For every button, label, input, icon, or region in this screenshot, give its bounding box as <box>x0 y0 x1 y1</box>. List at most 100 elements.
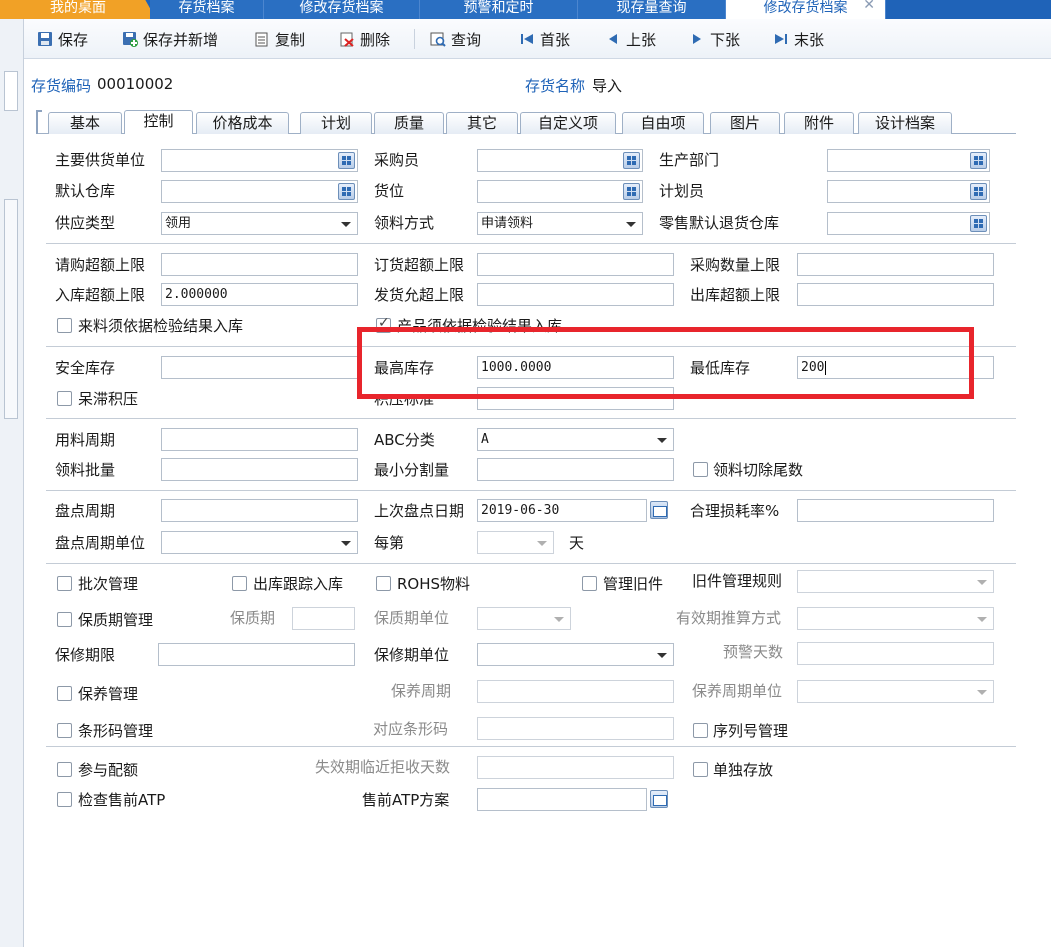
retail-return-warehouse-label: 零售默认退货仓库 <box>659 214 780 232</box>
tab-stock-query[interactable]: 现存量查询 <box>578 0 726 19</box>
next-record-icon <box>688 30 706 48</box>
main-supplier-field[interactable] <box>161 149 358 172</box>
warranty-field[interactable] <box>158 643 355 666</box>
shelf-life-mgmt-checkbox[interactable] <box>57 612 72 627</box>
count-cycle-field[interactable] <box>161 499 358 522</box>
rohs-checkbox[interactable] <box>376 576 391 591</box>
abc-class-select[interactable]: A <box>477 428 674 451</box>
min-split-field[interactable] <box>477 458 674 481</box>
old-parts-checkbox[interactable] <box>582 576 597 591</box>
copy-button[interactable]: 复制 <box>253 28 305 50</box>
shelf-life-field[interactable] <box>292 607 355 630</box>
save-button[interactable]: 保存 <box>36 28 88 50</box>
pick-batch-field[interactable] <box>161 458 358 481</box>
save-and-new-button[interactable]: 保存并新增 <box>121 28 218 50</box>
safety-stock-field[interactable] <box>161 356 358 379</box>
tab-design-archive[interactable]: 设计档案 <box>858 112 952 135</box>
tab-price-cost[interactable]: 价格成本 <box>196 112 289 135</box>
barcode-field[interactable] <box>477 717 674 740</box>
first-button[interactable]: 首张 <box>518 28 570 50</box>
tab-free-items[interactable]: 自由项 <box>622 112 704 135</box>
left-scrollbar[interactable] <box>4 199 18 419</box>
tab-my-desktop[interactable]: 我的桌面 <box>0 0 156 19</box>
abc-class-label: ABC分类 <box>374 431 435 449</box>
serial-mgmt-checkbox[interactable] <box>693 723 708 738</box>
warning-days-field[interactable] <box>797 642 994 665</box>
reference-icon[interactable] <box>970 215 987 232</box>
retail-return-warehouse-field[interactable] <box>827 212 990 235</box>
maintenance-cycle-unit-select[interactable] <box>797 680 994 703</box>
maintenance-mgmt-checkbox[interactable] <box>57 686 72 701</box>
req-over-limit-field[interactable] <box>161 253 358 276</box>
production-dept-field[interactable] <box>827 149 990 172</box>
atp-plan-field[interactable] <box>477 788 668 811</box>
abc-class-value: A <box>481 432 489 447</box>
last-label: 末张 <box>794 30 825 49</box>
close-icon[interactable]: ✕ <box>863 0 875 13</box>
maintenance-cycle-field[interactable] <box>477 680 674 703</box>
req-over-limit-label: 请购超额上限 <box>55 256 146 274</box>
warranty-unit-select[interactable] <box>477 643 674 666</box>
planner-field[interactable] <box>827 180 990 203</box>
tab-edit-inventory-active[interactable]: 修改存货档案 ✕ <box>726 0 886 19</box>
out-over-limit-field[interactable] <box>797 283 994 306</box>
tab-alerts-timing[interactable]: 预警和定时 <box>420 0 578 19</box>
last-button[interactable]: 末张 <box>772 28 824 50</box>
tab-inventory-archive[interactable]: 存货档案 <box>150 0 264 19</box>
out-tracking-checkbox[interactable] <box>232 576 247 591</box>
tab-basic[interactable]: 基本 <box>48 112 122 135</box>
default-warehouse-field[interactable] <box>161 180 358 203</box>
reference-icon[interactable] <box>970 152 987 169</box>
reference-icon[interactable] <box>338 183 355 200</box>
pick-method-select[interactable]: 申请领料 <box>477 212 643 235</box>
barcode-mgmt-checkbox[interactable] <box>57 723 72 738</box>
supply-type-label: 供应类型 <box>55 214 116 232</box>
reference-icon[interactable] <box>650 790 668 808</box>
tab-control[interactable]: 控制 <box>124 110 193 135</box>
next-button[interactable]: 下张 <box>688 28 740 50</box>
purchase-qty-limit-field[interactable] <box>797 253 994 276</box>
order-over-limit-field[interactable] <box>477 253 674 276</box>
location-field[interactable] <box>477 180 643 203</box>
tab-plan[interactable]: 计划 <box>300 112 372 135</box>
stagnant-checkbox[interactable] <box>57 391 72 406</box>
reference-icon[interactable] <box>970 183 987 200</box>
query-icon <box>429 30 447 48</box>
pick-cut-tail-checkbox[interactable] <box>693 462 708 477</box>
tab-images[interactable]: 图片 <box>710 112 780 135</box>
planner-label: 计划员 <box>659 182 705 200</box>
tab-other[interactable]: 其它 <box>446 112 518 135</box>
purchaser-field[interactable] <box>477 149 643 172</box>
usage-cycle-field[interactable] <box>161 428 358 451</box>
allocation-checkbox[interactable] <box>57 762 72 777</box>
tab-attachments[interactable]: 附件 <box>784 112 854 135</box>
query-button[interactable]: 查询 <box>429 28 481 50</box>
old-parts-rule-label: 旧件管理规则 <box>692 572 783 590</box>
expiry-calc-select[interactable] <box>797 607 994 630</box>
left-panel-handle[interactable] <box>4 71 18 111</box>
incoming-inspection-checkbox[interactable] <box>57 318 72 333</box>
tab-edit-inventory-1[interactable]: 修改存货档案 <box>264 0 420 19</box>
prev-button[interactable]: 上张 <box>604 28 656 50</box>
calendar-icon[interactable] <box>650 501 668 519</box>
reference-icon[interactable] <box>623 152 640 169</box>
tab-custom-items[interactable]: 自定义项 <box>520 112 616 135</box>
atp-check-checkbox[interactable] <box>57 792 72 807</box>
count-cycle-unit-select[interactable] <box>161 531 358 554</box>
tab-quality[interactable]: 质量 <box>374 112 444 135</box>
delete-button[interactable]: 删除 <box>338 28 390 50</box>
ship-over-limit-field[interactable] <box>477 283 674 306</box>
last-count-date-field[interactable]: 2019-06-30 <box>477 499 668 522</box>
in-over-limit-field[interactable]: 2.000000 <box>161 283 358 306</box>
batch-mgmt-checkbox[interactable] <box>57 576 72 591</box>
loss-rate-field[interactable] <box>797 499 994 522</box>
expiry-reject-days-field[interactable] <box>477 756 674 779</box>
separate-storage-checkbox[interactable] <box>693 762 708 777</box>
shelf-life-unit-select[interactable] <box>477 607 571 630</box>
every-day-select[interactable] <box>477 531 554 554</box>
supply-type-select[interactable]: 领用 <box>161 212 358 235</box>
reference-icon[interactable] <box>623 183 640 200</box>
old-parts-rule-select[interactable] <box>797 570 994 593</box>
toolbar: 保存 保存并新增 复制 删除 查询 首张 上张 下张 末张 <box>24 19 1051 59</box>
reference-icon[interactable] <box>338 152 355 169</box>
